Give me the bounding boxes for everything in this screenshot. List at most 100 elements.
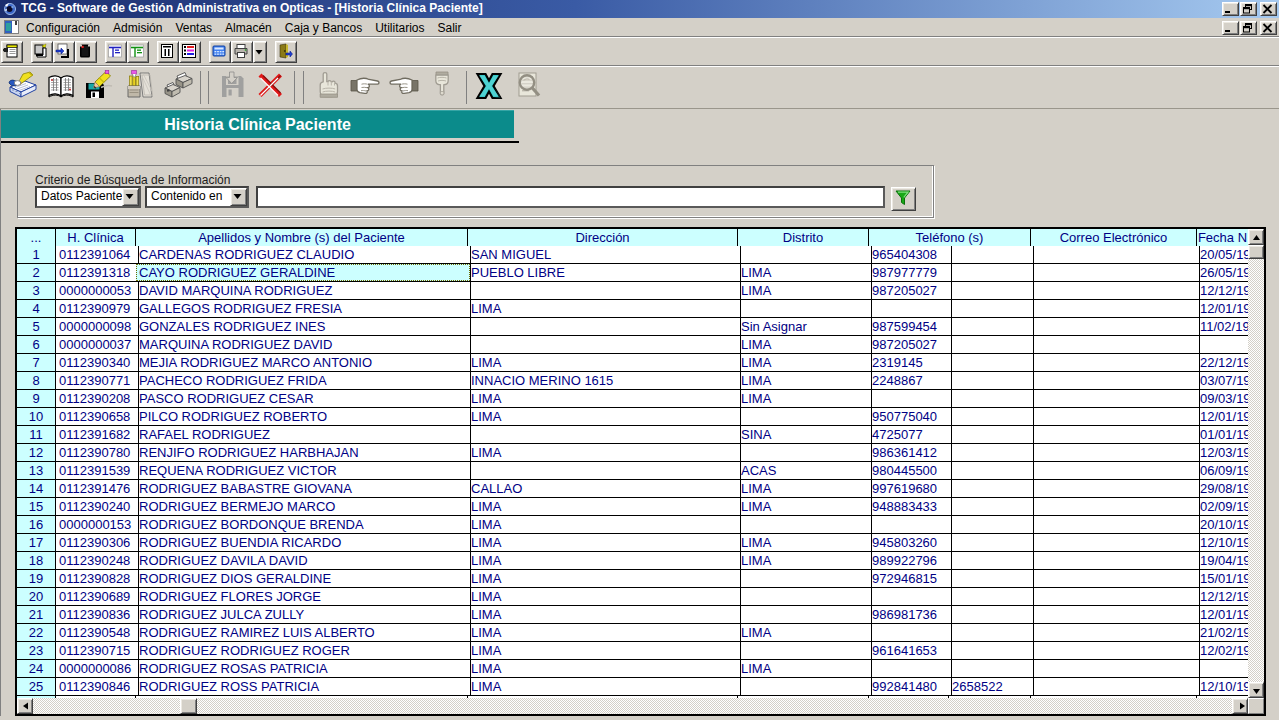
table-cell[interactable] <box>949 390 1034 408</box>
table-cell[interactable]: 4 <box>17 300 56 318</box>
table-cell[interactable]: 0112390306 <box>56 534 139 552</box>
table-cell[interactable] <box>1031 282 1200 300</box>
mdi-child-icon[interactable] <box>4 20 20 35</box>
table-cell[interactable]: 21/02/19 <box>1197 624 1248 642</box>
table-cell[interactable]: 987205027 <box>869 282 952 300</box>
table-cell[interactable]: RODRIGUEZ JULCA ZULLY <box>136 606 471 624</box>
table-cell[interactable]: 11/02/19 <box>1197 318 1248 336</box>
table-cell[interactable] <box>1031 588 1200 606</box>
table-cell[interactable]: LIMA <box>468 408 741 426</box>
table-row[interactable]: 120112390780RENJIFO RODRIGUEZ HARBHAJANL… <box>17 444 1248 462</box>
table-cell[interactable]: 0000000098 <box>56 318 139 336</box>
vertical-scroll-thumb[interactable] <box>1248 245 1264 259</box>
table-cell[interactable] <box>1031 480 1200 498</box>
table-cell[interactable]: 0112390248 <box>56 552 139 570</box>
browse-book-button[interactable] <box>42 70 80 106</box>
table-cell[interactable]: LIMA <box>468 498 741 516</box>
table-cell[interactable]: 9 <box>17 390 56 408</box>
menu-item-admisi-n[interactable]: Admisión <box>107 19 168 37</box>
table-cell[interactable] <box>949 480 1034 498</box>
mdi-minimize-button[interactable] <box>1222 21 1239 35</box>
table-cell[interactable] <box>949 552 1034 570</box>
table-cell[interactable] <box>738 246 872 264</box>
table-cell[interactable]: LIMA <box>738 480 872 498</box>
table-cell[interactable] <box>949 570 1034 588</box>
table-cell[interactable] <box>1031 570 1200 588</box>
table-cell[interactable]: 21 <box>17 606 56 624</box>
table-cell[interactable]: 6 <box>17 336 56 354</box>
table-cell[interactable]: REQUENA RODRIGUEZ VICTOR <box>136 462 471 480</box>
table-row[interactable]: 240000000086RODRIGUEZ ROSAS PATRICIALIMA… <box>17 660 1248 678</box>
menu-item-salir[interactable]: Salir <box>432 19 468 37</box>
table-cell[interactable]: 24 <box>17 660 56 678</box>
table-cell[interactable]: 20/10/19 <box>1197 516 1248 534</box>
table-cell[interactable] <box>1031 624 1200 642</box>
table-cell[interactable] <box>1031 408 1200 426</box>
table-cell[interactable] <box>468 318 741 336</box>
menu-item-configuraci-n[interactable]: Configuración <box>20 19 106 37</box>
table-cell[interactable] <box>738 606 872 624</box>
table-row[interactable]: 20112391318CAYO RODRIGUEZ GERALDINEPUEBL… <box>17 264 1248 282</box>
table-cell[interactable] <box>1197 336 1248 354</box>
table-cell[interactable]: 0112390340 <box>56 354 139 372</box>
hand-up-button[interactable] <box>311 70 349 106</box>
table-cell[interactable] <box>949 318 1034 336</box>
table-cell[interactable] <box>1031 642 1200 660</box>
table-cell[interactable]: LIMA <box>738 372 872 390</box>
table-cell[interactable]: LIMA <box>468 606 741 624</box>
scroll-up-button[interactable] <box>1248 229 1264 245</box>
table-row[interactable]: 130112391539REQUENA RODRIGUEZ VICTORACAS… <box>17 462 1248 480</box>
table-row[interactable]: 70112390340MEJIA RODRIGUEZ MARCO ANTONIO… <box>17 354 1248 372</box>
table-cell[interactable]: 0112390828 <box>56 570 139 588</box>
table-cell[interactable]: LIMA <box>468 516 741 534</box>
table-cell[interactable]: 12/10/19 <box>1197 534 1248 552</box>
table-cell[interactable]: 22/12/19 <box>1197 354 1248 372</box>
table-cell[interactable]: 02/09/19 <box>1197 498 1248 516</box>
table-cell[interactable]: PACHECO RODRIGUEZ FRIDA <box>136 372 471 390</box>
table-cell[interactable]: 14 <box>17 480 56 498</box>
table-cell[interactable]: 986361412 <box>869 444 952 462</box>
scroll-down-button[interactable] <box>1248 682 1264 698</box>
table-cell[interactable]: LIMA <box>468 534 741 552</box>
table-cell[interactable]: 29/08/19 <box>1197 480 1248 498</box>
minimize-button[interactable] <box>1222 2 1239 16</box>
table-cell[interactable] <box>869 390 952 408</box>
table-cell[interactable]: 987977779 <box>869 264 952 282</box>
table-cell[interactable]: RODRIGUEZ BABASTRE GIOVANA <box>136 480 471 498</box>
table-cell[interactable]: 19/04/19 <box>1197 552 1248 570</box>
form-design-blue-button[interactable] <box>105 41 127 63</box>
table-cell[interactable]: 12/12/19 <box>1197 588 1248 606</box>
table-cell[interactable] <box>738 642 872 660</box>
table-row[interactable]: 90112390208PASCO RODRIGUEZ CESARLIMALIMA… <box>17 390 1248 408</box>
table-cell[interactable]: Sin Asignar <box>738 318 872 336</box>
table-cell[interactable] <box>869 624 952 642</box>
table-cell[interactable]: 987599454 <box>869 318 952 336</box>
table-cell[interactable] <box>949 534 1034 552</box>
table-cell[interactable]: 2 <box>17 264 56 282</box>
table-cell[interactable]: 0112390836 <box>56 606 139 624</box>
table-cell[interactable]: 15 <box>17 498 56 516</box>
table-cell[interactable] <box>949 444 1034 462</box>
table-cell[interactable]: 12 <box>17 444 56 462</box>
table-cell[interactable]: PILCO RODRIGUEZ ROBERTO <box>136 408 471 426</box>
table-cell[interactable]: 0112390240 <box>56 498 139 516</box>
exit-door-button[interactable] <box>275 41 297 63</box>
table-cell[interactable]: 20 <box>17 588 56 606</box>
table-cell[interactable]: 12/12/19 <box>1197 282 1248 300</box>
table-cell[interactable]: 0112391318 <box>56 264 139 282</box>
table-cell[interactable]: 950775040 <box>869 408 952 426</box>
table-cell[interactable] <box>1031 390 1200 408</box>
column-header-fecha[interactable]: Fecha N <box>1197 229 1248 247</box>
table-row[interactable]: 230112390715RODRIGUEZ RODRIGUEZ ROGERLIM… <box>17 642 1248 660</box>
table-cell[interactable]: LIMA <box>468 678 741 696</box>
table-cell[interactable]: LIMA <box>468 660 741 678</box>
selected-cell[interactable]: CAYO RODRIGUEZ GERALDINE <box>136 264 471 282</box>
register-write-button[interactable] <box>4 70 42 106</box>
table-cell[interactable]: ACAS <box>738 462 872 480</box>
table-cell[interactable] <box>1031 300 1200 318</box>
table-cell[interactable]: 0112390689 <box>56 588 139 606</box>
table-cell[interactable]: 0112390979 <box>56 300 139 318</box>
table-cell[interactable]: RODRIGUEZ ROSAS PATRICIA <box>136 660 471 678</box>
table-cell[interactable]: LIMA <box>468 570 741 588</box>
table-cell[interactable]: MARQUINA RODRIGUEZ DAVID <box>136 336 471 354</box>
